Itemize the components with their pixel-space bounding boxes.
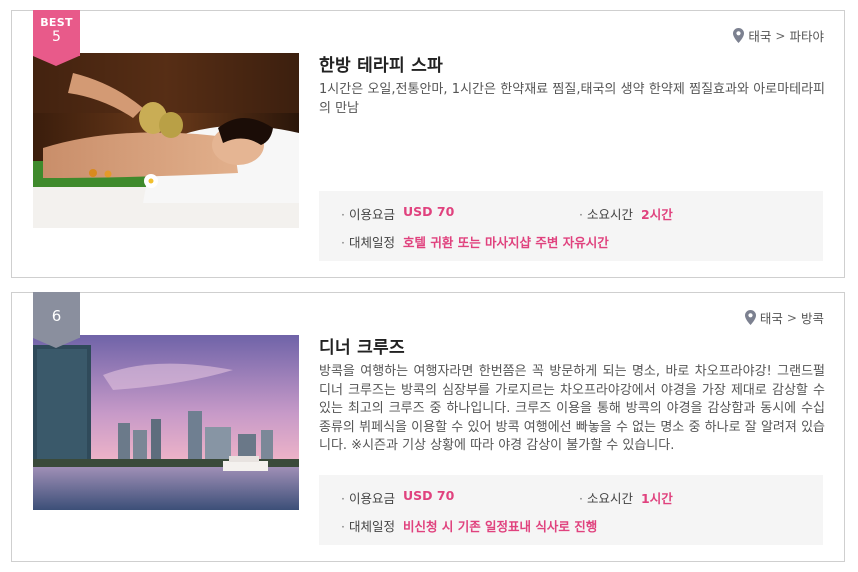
alternative-schedule-row: 대체일정 비신청 시 기존 일정표내 식사로 진행 — [341, 516, 597, 535]
badge-label: BEST — [40, 16, 73, 29]
duration-label: 소요시간 — [579, 204, 633, 223]
location-pin-icon — [744, 310, 756, 325]
price-value: USD 70 — [403, 488, 455, 503]
duration-value: 1시간 — [641, 491, 673, 506]
alternative-schedule-value: 호텔 귀환 또는 마사지샵 주변 자유시간 — [403, 235, 609, 250]
badge-number: 6 — [51, 307, 62, 325]
location-city: 방콕 — [800, 311, 824, 326]
product-card[interactable]: BEST 5 태국 > 파타야 한방 테라피 스파 1시간은 오일,전통안마, … — [11, 10, 845, 278]
location-country: 태국 — [759, 311, 783, 326]
best-rank-badge: BEST 5 — [33, 10, 80, 66]
price-row: 이용요금 USD 70 — [341, 204, 454, 223]
alternative-schedule-label: 대체일정 — [341, 232, 395, 251]
rank-badge: 6 — [33, 292, 80, 348]
product-description: 1시간은 오일,전통안마, 1시간은 한약재료 찜질,태국의 생약 한약제 찜질… — [319, 82, 825, 116]
location-country: 태국 — [748, 29, 772, 44]
location-separator: > — [786, 310, 797, 325]
price-row: 이용요금 USD 70 — [341, 488, 454, 507]
location-breadcrumb: 태국 > 방콕 — [744, 308, 824, 327]
product-description: 방콕을 여행하는 여행자라면 한번쯤은 꼭 방문하게 되는 명소, 바로 차오프… — [319, 364, 825, 453]
location-city: 파타야 — [789, 29, 824, 44]
duration-label: 소요시간 — [579, 488, 633, 507]
location-pin-icon — [733, 28, 745, 43]
alternative-schedule-row: 대체일정 호텔 귀환 또는 마사지샵 주변 자유시간 — [341, 232, 609, 251]
alternative-schedule-value: 비신청 시 기존 일정표내 식사로 진행 — [403, 519, 598, 534]
product-card[interactable]: 6 태국 > 방콕 디너 크루즈 방콕을 여행하는 여행자라면 한번쯤은 꼭 방… — [11, 292, 845, 562]
duration-row: 소요시간 2시간 — [579, 204, 673, 223]
product-title[interactable]: 한방 테라피 스파 — [319, 51, 443, 76]
location-separator: > — [775, 28, 786, 43]
spa-massage-photo[interactable] — [33, 53, 299, 228]
price-label: 이용요금 — [341, 204, 395, 223]
alternative-schedule-label: 대체일정 — [341, 516, 395, 535]
product-info-box: 이용요금 USD 70 소요시간 2시간 대체일정 호텔 귀환 또는 마사지샵 … — [319, 191, 823, 261]
bangkok-river-skyline-photo[interactable] — [33, 335, 299, 510]
duration-row: 소요시간 1시간 — [579, 488, 673, 507]
price-value: USD 70 — [403, 204, 455, 219]
duration-value: 2시간 — [641, 207, 673, 222]
badge-number: 5 — [52, 29, 61, 45]
product-info-box: 이용요금 USD 70 소요시간 1시간 대체일정 비신청 시 기존 일정표내 … — [319, 475, 823, 545]
product-title[interactable]: 디너 크루즈 — [319, 333, 405, 358]
price-label: 이용요금 — [341, 488, 395, 507]
location-breadcrumb: 태국 > 파타야 — [733, 26, 824, 45]
